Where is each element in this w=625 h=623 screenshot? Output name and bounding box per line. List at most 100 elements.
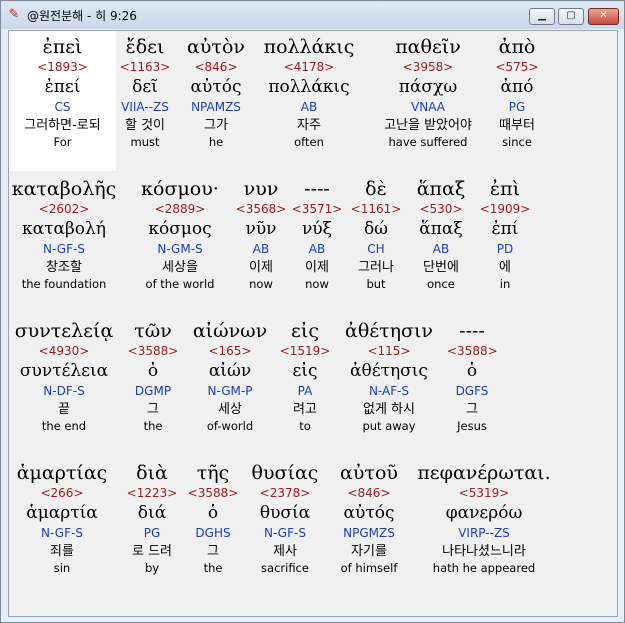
strong-number[interactable]: <3588> xyxy=(447,343,498,359)
word-block[interactable]: τῆς <3588> ὁ DGHS 그 the xyxy=(185,461,241,576)
title-bar[interactable]: ✎ @원전분해 - 히 9:26 ▁ ▢ ✕ xyxy=(1,1,624,29)
lexical-form: ἅπαξ xyxy=(419,219,463,239)
korean-gloss: 끝 xyxy=(58,402,70,417)
parse-code[interactable]: NPAMZS xyxy=(177,99,255,116)
parse-code[interactable]: PD xyxy=(477,241,533,258)
strong-number[interactable]: <1223> xyxy=(123,485,181,501)
strong-number[interactable]: <4930> xyxy=(9,343,119,359)
parse-code[interactable]: VIIA--ZS xyxy=(117,99,173,116)
parse-code[interactable]: AB xyxy=(233,241,289,258)
parse-code[interactable]: N-AF-S xyxy=(335,383,443,400)
word-block[interactable]: πεφανέρωται. <5319> φανερόω VIRP--ZS 나타나… xyxy=(411,461,557,576)
interlinear-panel: ἐπεὶ <1893> ἐπεί CS 그러하면-로되 For ἔδει <11… xyxy=(8,30,618,617)
strong-number[interactable]: <3958> xyxy=(369,59,487,75)
strong-number[interactable]: <1163> xyxy=(117,59,173,75)
word-block[interactable]: ἅπαξ <530> ἅπαξ AB 단번에 once xyxy=(409,177,473,292)
strong-number[interactable]: <3571> xyxy=(291,201,343,217)
parse-code[interactable]: PG xyxy=(489,99,545,116)
word-block[interactable]: ἀθέτησιν <115> ἀθέτησις N-AF-S 없게 하시 put… xyxy=(335,319,443,434)
greek-word: θυσίας xyxy=(251,462,319,484)
word-block[interactable]: ---- <3588> ὁ DGFS 그 Jesus xyxy=(447,319,498,434)
korean-gloss: 단번에 xyxy=(423,260,459,275)
strong-number[interactable]: <2889> xyxy=(135,201,225,217)
app-logo-icon[interactable]: ✎ xyxy=(6,7,22,23)
strong-number[interactable]: <575> xyxy=(489,59,545,75)
parse-code[interactable]: AB xyxy=(409,241,473,258)
word-block[interactable]: καταβολῆς <2602> καταβολή N-GF-S 창조할 the… xyxy=(9,177,119,292)
lexical-form: ὁ xyxy=(207,503,219,523)
word-block[interactable]: παθεῖν <3958> πάσχω VNAA 고난을 받았어야 have s… xyxy=(369,35,487,150)
word-block[interactable]: νυν <3568> νῦν AB 이제 now xyxy=(233,177,289,292)
lexical-form: καταβολή xyxy=(21,219,106,239)
korean-gloss: 그 xyxy=(207,544,219,559)
parse-code[interactable]: NPGMZS xyxy=(329,525,409,542)
strong-number[interactable]: <165> xyxy=(187,343,273,359)
greek-word: πεφανέρωται. xyxy=(417,462,551,484)
word-block[interactable]: αὐτοῦ <846> αὐτός NPGMZS 자기를 of himself xyxy=(329,461,409,576)
strong-number[interactable]: <846> xyxy=(329,485,409,501)
parse-code[interactable]: N-GM-P xyxy=(187,383,273,400)
parse-code[interactable]: CH xyxy=(347,241,405,258)
parse-code[interactable]: PG xyxy=(123,525,181,542)
lexical-form: αἰών xyxy=(208,361,252,381)
parse-code[interactable]: N-GF-S xyxy=(245,525,325,542)
lexical-form: διά xyxy=(137,503,167,523)
verse-line-3: συντελείᾳ <4930> συντέλεια N-DF-S 끝 the … xyxy=(9,319,617,454)
word-block[interactable]: ἁμαρτίας <266> ἁμαρτία N-GF-S 죄를 sin xyxy=(9,461,115,576)
word-block[interactable]: δὲ <1161> δώ CH 그러나 but xyxy=(347,177,405,292)
strong-number[interactable]: <266> xyxy=(9,485,115,501)
word-block[interactable]: θυσίας <2378> θυσία N-GF-S 제사 sacrifice xyxy=(245,461,325,576)
strong-number[interactable]: <530> xyxy=(409,201,473,217)
maximize-button[interactable]: ▢ xyxy=(558,8,584,25)
word-block[interactable]: αὐτὸν <846> αὐτός NPAMZS 그가 he xyxy=(177,35,255,150)
parse-code[interactable]: N-GM-S xyxy=(135,241,225,258)
word-block[interactable]: αἰώνων <165> αἰών N-GM-P 세상 of-world xyxy=(187,319,273,434)
minimize-button[interactable]: ▁ xyxy=(529,8,555,25)
parse-code[interactable]: PA xyxy=(277,383,333,400)
strong-number[interactable]: <3568> xyxy=(233,201,289,217)
strong-number[interactable]: <846> xyxy=(177,59,255,75)
word-block[interactable]: τῶν <3588> ὁ DGMP 그 the xyxy=(125,319,181,434)
parse-code[interactable]: AB xyxy=(259,99,359,116)
parse-code[interactable]: AB xyxy=(291,241,343,258)
strong-number[interactable]: <2378> xyxy=(245,485,325,501)
word-block[interactable]: διὰ <1223> διά PG 로 드려 by xyxy=(123,461,181,576)
word-block[interactable]: ἀπὸ <575> ἀπό PG 때부터 since xyxy=(489,35,545,150)
parse-code[interactable]: DGFS xyxy=(447,383,497,400)
parse-code[interactable]: VIRP--ZS xyxy=(411,525,557,542)
korean-gloss: 나타나셨느니라 xyxy=(442,544,526,559)
strong-number[interactable]: <4178> xyxy=(259,59,359,75)
strong-number[interactable]: <115> xyxy=(335,343,443,359)
strong-number[interactable]: <5319> xyxy=(411,485,557,501)
word-block[interactable]: ἐπεὶ <1893> ἐπεί CS 그러하면-로되 For xyxy=(9,35,116,150)
parse-code[interactable]: CS xyxy=(9,99,116,116)
lexical-form: κόσμος xyxy=(148,219,212,239)
parse-code[interactable]: N-DF-S xyxy=(9,383,119,400)
greek-word: διὰ xyxy=(136,462,168,484)
close-button[interactable]: ✕ xyxy=(588,8,619,25)
word-block[interactable]: πολλάκις <4178> πολλάκις AB 자주 often xyxy=(259,35,359,150)
english-gloss: in xyxy=(499,277,511,291)
english-gloss: the xyxy=(203,561,223,575)
english-gloss: of himself xyxy=(340,561,398,575)
word-block[interactable]: συντελείᾳ <4930> συντέλεια N-DF-S 끝 the … xyxy=(9,319,119,434)
word-block[interactable]: ---- <3571> νύξ AB 이제 now xyxy=(291,177,343,292)
strong-number[interactable]: <2602> xyxy=(9,201,119,217)
strong-number[interactable]: <1909> xyxy=(477,201,533,217)
parse-code[interactable]: DGHS xyxy=(185,525,241,542)
strong-number[interactable]: <1161> xyxy=(347,201,405,217)
parse-code[interactable]: N-GF-S xyxy=(9,241,119,258)
parse-code[interactable]: N-GF-S xyxy=(9,525,115,542)
word-block[interactable]: εἰς <1519> εἰς PA 려고 to xyxy=(277,319,333,434)
strong-number[interactable]: <3588> xyxy=(185,485,241,501)
parse-code[interactable]: DGMP xyxy=(125,383,181,400)
lexical-form: νύξ xyxy=(301,219,333,239)
strong-number[interactable]: <3588> xyxy=(125,343,181,359)
strong-number[interactable]: <1519> xyxy=(277,343,333,359)
word-block[interactable]: ἔδει <1163> δεῖ VIIA--ZS 할 것이 must xyxy=(117,35,173,150)
parse-code[interactable]: VNAA xyxy=(369,99,487,116)
strong-number[interactable]: <1893> xyxy=(9,59,116,75)
word-block[interactable]: κόσμου· <2889> κόσμος N-GM-S 세상을 of the … xyxy=(135,177,225,292)
english-gloss: have suffered xyxy=(388,135,468,149)
word-block[interactable]: ἐπὶ <1909> ἐπί PD 에 in xyxy=(477,177,533,292)
